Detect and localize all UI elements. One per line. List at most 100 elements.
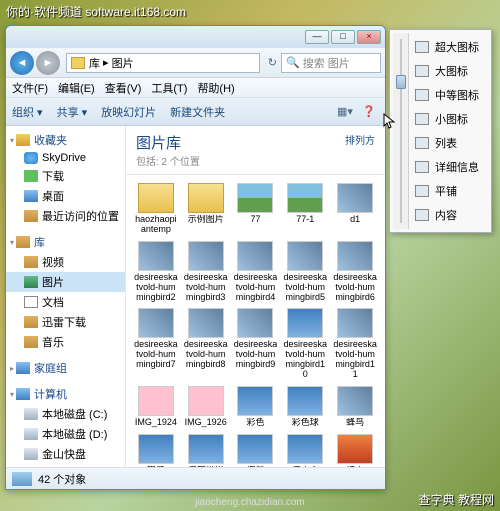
view-option-label: 大图标 (435, 63, 468, 79)
sidebar-homegroup[interactable]: ▸家庭组 (6, 358, 125, 378)
file-item[interactable]: IMG_1924 (132, 384, 180, 430)
document-icon (24, 296, 38, 308)
item-label: 锦子 (147, 466, 165, 467)
image-thumb (287, 183, 323, 213)
close-button[interactable]: × (357, 30, 381, 44)
menu-bar: 文件(F) 编辑(E) 查看(V) 工具(T) 帮助(H) (6, 78, 385, 98)
file-item[interactable]: desireeskatvold-hummingbird2 (132, 239, 180, 305)
file-item[interactable]: 海滩 (232, 432, 280, 467)
view-option-label: 平铺 (435, 183, 457, 199)
menu-view[interactable]: 查看(V) (105, 80, 142, 96)
star-icon (16, 134, 30, 146)
sidebar-item-disk-d[interactable]: 本地磁盘 (D:) (6, 424, 125, 444)
view-mode-button[interactable]: ▦▾ (335, 104, 355, 120)
file-item[interactable]: desireeskatvold-hummingbird11 (331, 306, 379, 382)
file-item[interactable]: 彩色 (232, 384, 280, 430)
image-thumb (138, 241, 174, 271)
view-option-label: 超大图标 (435, 39, 479, 55)
sidebar-item-desktop[interactable]: 桌面 (6, 186, 125, 206)
sidebar-item-documents[interactable]: 文档 (6, 292, 125, 312)
sidebar-libraries[interactable]: ▾库 (6, 232, 125, 252)
file-item[interactable]: desireeskatvold-hummingbird4 (232, 239, 280, 305)
view-slider[interactable] (393, 33, 409, 229)
help-icon[interactable]: ❓ (359, 104, 379, 120)
share-button[interactable]: 共享 ▾ (57, 104, 88, 120)
file-item[interactable]: d1 (331, 181, 379, 237)
file-item[interactable]: desireeskatvold-hummingbird9 (232, 306, 280, 382)
image-thumb (287, 386, 323, 416)
address-bar[interactable]: 库 ▸ 图片 (66, 53, 260, 73)
view-option[interactable]: 详细信息 (409, 155, 488, 179)
menu-edit[interactable]: 编辑(E) (58, 80, 95, 96)
arrange-by[interactable]: 排列方 (345, 132, 375, 147)
sidebar-item-disk-c[interactable]: 本地磁盘 (C:) (6, 404, 125, 424)
sidebar-item-kuaipan[interactable]: 金山快盘 (6, 444, 125, 464)
view-option[interactable]: 平铺 (409, 179, 488, 203)
file-item[interactable]: desireeskatvold-hummingbird5 (281, 239, 329, 305)
file-item[interactable]: 彩色球 (281, 384, 329, 430)
slideshow-button[interactable]: 放映幻灯片 (101, 104, 156, 120)
sidebar-item-music[interactable]: 音乐 (6, 332, 125, 352)
titlebar[interactable]: — □ × (6, 26, 385, 48)
file-item[interactable]: 77 (232, 181, 280, 237)
view-option[interactable]: 中等图标 (409, 83, 488, 107)
file-item[interactable]: IMG_1926 (182, 384, 230, 430)
cloud-icon (24, 152, 38, 164)
file-item[interactable]: 红山 (331, 432, 379, 467)
back-button[interactable]: ◄ (10, 51, 34, 75)
file-item[interactable]: 海之心 (281, 432, 329, 467)
view-option-label: 中等图标 (435, 87, 479, 103)
file-item[interactable]: 蜂鸟 (331, 384, 379, 430)
sidebar-item-downloads[interactable]: 下载 (6, 166, 125, 186)
newfolder-button[interactable]: 新建文件夹 (170, 104, 225, 120)
item-label: d1 (350, 215, 360, 225)
slider-thumb[interactable] (396, 75, 406, 89)
sidebar-item-videos[interactable]: 视频 (6, 252, 125, 272)
file-item[interactable]: 示例图片 (182, 181, 230, 237)
library-subtitle[interactable]: 包括: 2 个位置 (136, 153, 200, 168)
breadcrumb-current[interactable]: 图片 (112, 55, 134, 71)
file-item[interactable]: 锦子 (132, 432, 180, 467)
item-label: desireeskatvold-hummingbird2 (134, 273, 178, 303)
menu-file[interactable]: 文件(F) (12, 80, 48, 96)
folder-icon (188, 183, 224, 213)
file-item[interactable]: desireeskatvold-hummingbird7 (132, 306, 180, 382)
library-icon (16, 236, 30, 248)
sidebar-computer[interactable]: ▾计算机 (6, 384, 125, 404)
sidebar-item-skydrive[interactable]: SkyDrive (6, 150, 125, 166)
menu-help[interactable]: 帮助(H) (197, 80, 234, 96)
minimize-button[interactable]: — (305, 30, 329, 44)
items-grid: haozhaopiantemp示例图片77 77-1 d1 desireeskatvo… (126, 175, 385, 467)
sidebar-favorites[interactable]: ▾收藏夹 (6, 130, 125, 150)
view-option-icon (415, 41, 429, 53)
status-count: 42 个对象 (38, 471, 86, 487)
sidebar-item-pictures[interactable]: 图片 (6, 272, 125, 292)
view-option[interactable]: 列表 (409, 131, 488, 155)
view-option[interactable]: 超大图标 (409, 35, 488, 59)
file-item[interactable]: desireeskatvold-hummingbird6 (331, 239, 379, 305)
view-option[interactable]: 内容 (409, 203, 488, 227)
breadcrumb-root[interactable]: 库 (89, 55, 100, 71)
refresh-icon[interactable]: ↻ (268, 56, 277, 69)
item-label: desireeskatvold-hummingbird3 (184, 273, 228, 303)
file-item[interactable]: 海底世界 (182, 432, 230, 467)
file-item[interactable]: desireeskatvold-hummingbird3 (182, 239, 230, 305)
item-label: desireeskatvold-hummingbird9 (234, 340, 278, 370)
sidebar-item-recent[interactable]: 最近访问的位置 (6, 206, 125, 226)
item-label: 彩色 (246, 418, 264, 428)
organize-button[interactable]: 组织 ▾ (12, 104, 43, 120)
view-option[interactable]: 小图标 (409, 107, 488, 131)
page-url: 你的·软件频道 software.it168.com (0, 0, 500, 23)
explorer-window: — □ × ◄ ► 库 ▸ 图片 ↻ 🔍 搜索 图片 文件(F) 编辑(E) 查… (5, 25, 386, 490)
menu-tools[interactable]: 工具(T) (151, 80, 187, 96)
search-input[interactable]: 🔍 搜索 图片 (281, 53, 381, 73)
file-item[interactable]: 77-1 (281, 181, 329, 237)
file-item[interactable]: desireeskatvold-hummingbird10 (281, 306, 329, 382)
file-item[interactable]: haozhaopiantemp (132, 181, 180, 237)
maximize-button[interactable]: □ (331, 30, 355, 44)
sidebar-item-thunder[interactable]: 迅雷下载 (6, 312, 125, 332)
forward-button[interactable]: ► (36, 51, 60, 75)
view-option[interactable]: 大图标 (409, 59, 488, 83)
file-item[interactable]: desireeskatvold-hummingbird8 (182, 306, 230, 382)
item-label: 77-1 (296, 215, 314, 225)
